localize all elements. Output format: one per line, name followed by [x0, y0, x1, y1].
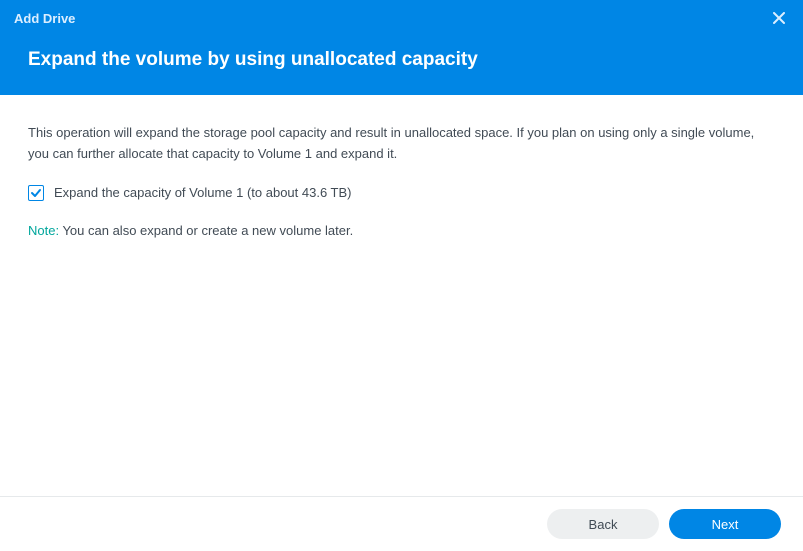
description-text: This operation will expand the storage p…	[28, 123, 775, 165]
dialog-title: Add Drive	[14, 11, 75, 26]
note-label: Note:	[28, 223, 59, 238]
dialog-header: Add Drive Expand the volume by using una…	[0, 0, 803, 95]
back-button[interactable]: Back	[547, 509, 659, 539]
expand-checkbox-label: Expand the capacity of Volume 1 (to abou…	[54, 183, 352, 204]
dialog-subtitle: Expand the volume by using unallocated c…	[0, 33, 803, 95]
note-row: Note: You can also expand or create a ne…	[28, 221, 775, 242]
dialog-content: This operation will expand the storage p…	[0, 95, 803, 262]
expand-capacity-checkbox[interactable]	[28, 185, 44, 201]
expand-checkbox-row: Expand the capacity of Volume 1 (to abou…	[28, 183, 775, 204]
dialog-footer: Back Next	[0, 496, 803, 551]
note-text: You can also expand or create a new volu…	[59, 223, 353, 238]
header-top-bar: Add Drive	[0, 0, 803, 33]
checkmark-icon	[30, 187, 42, 199]
next-button[interactable]: Next	[669, 509, 781, 539]
close-icon[interactable]	[769, 8, 789, 29]
